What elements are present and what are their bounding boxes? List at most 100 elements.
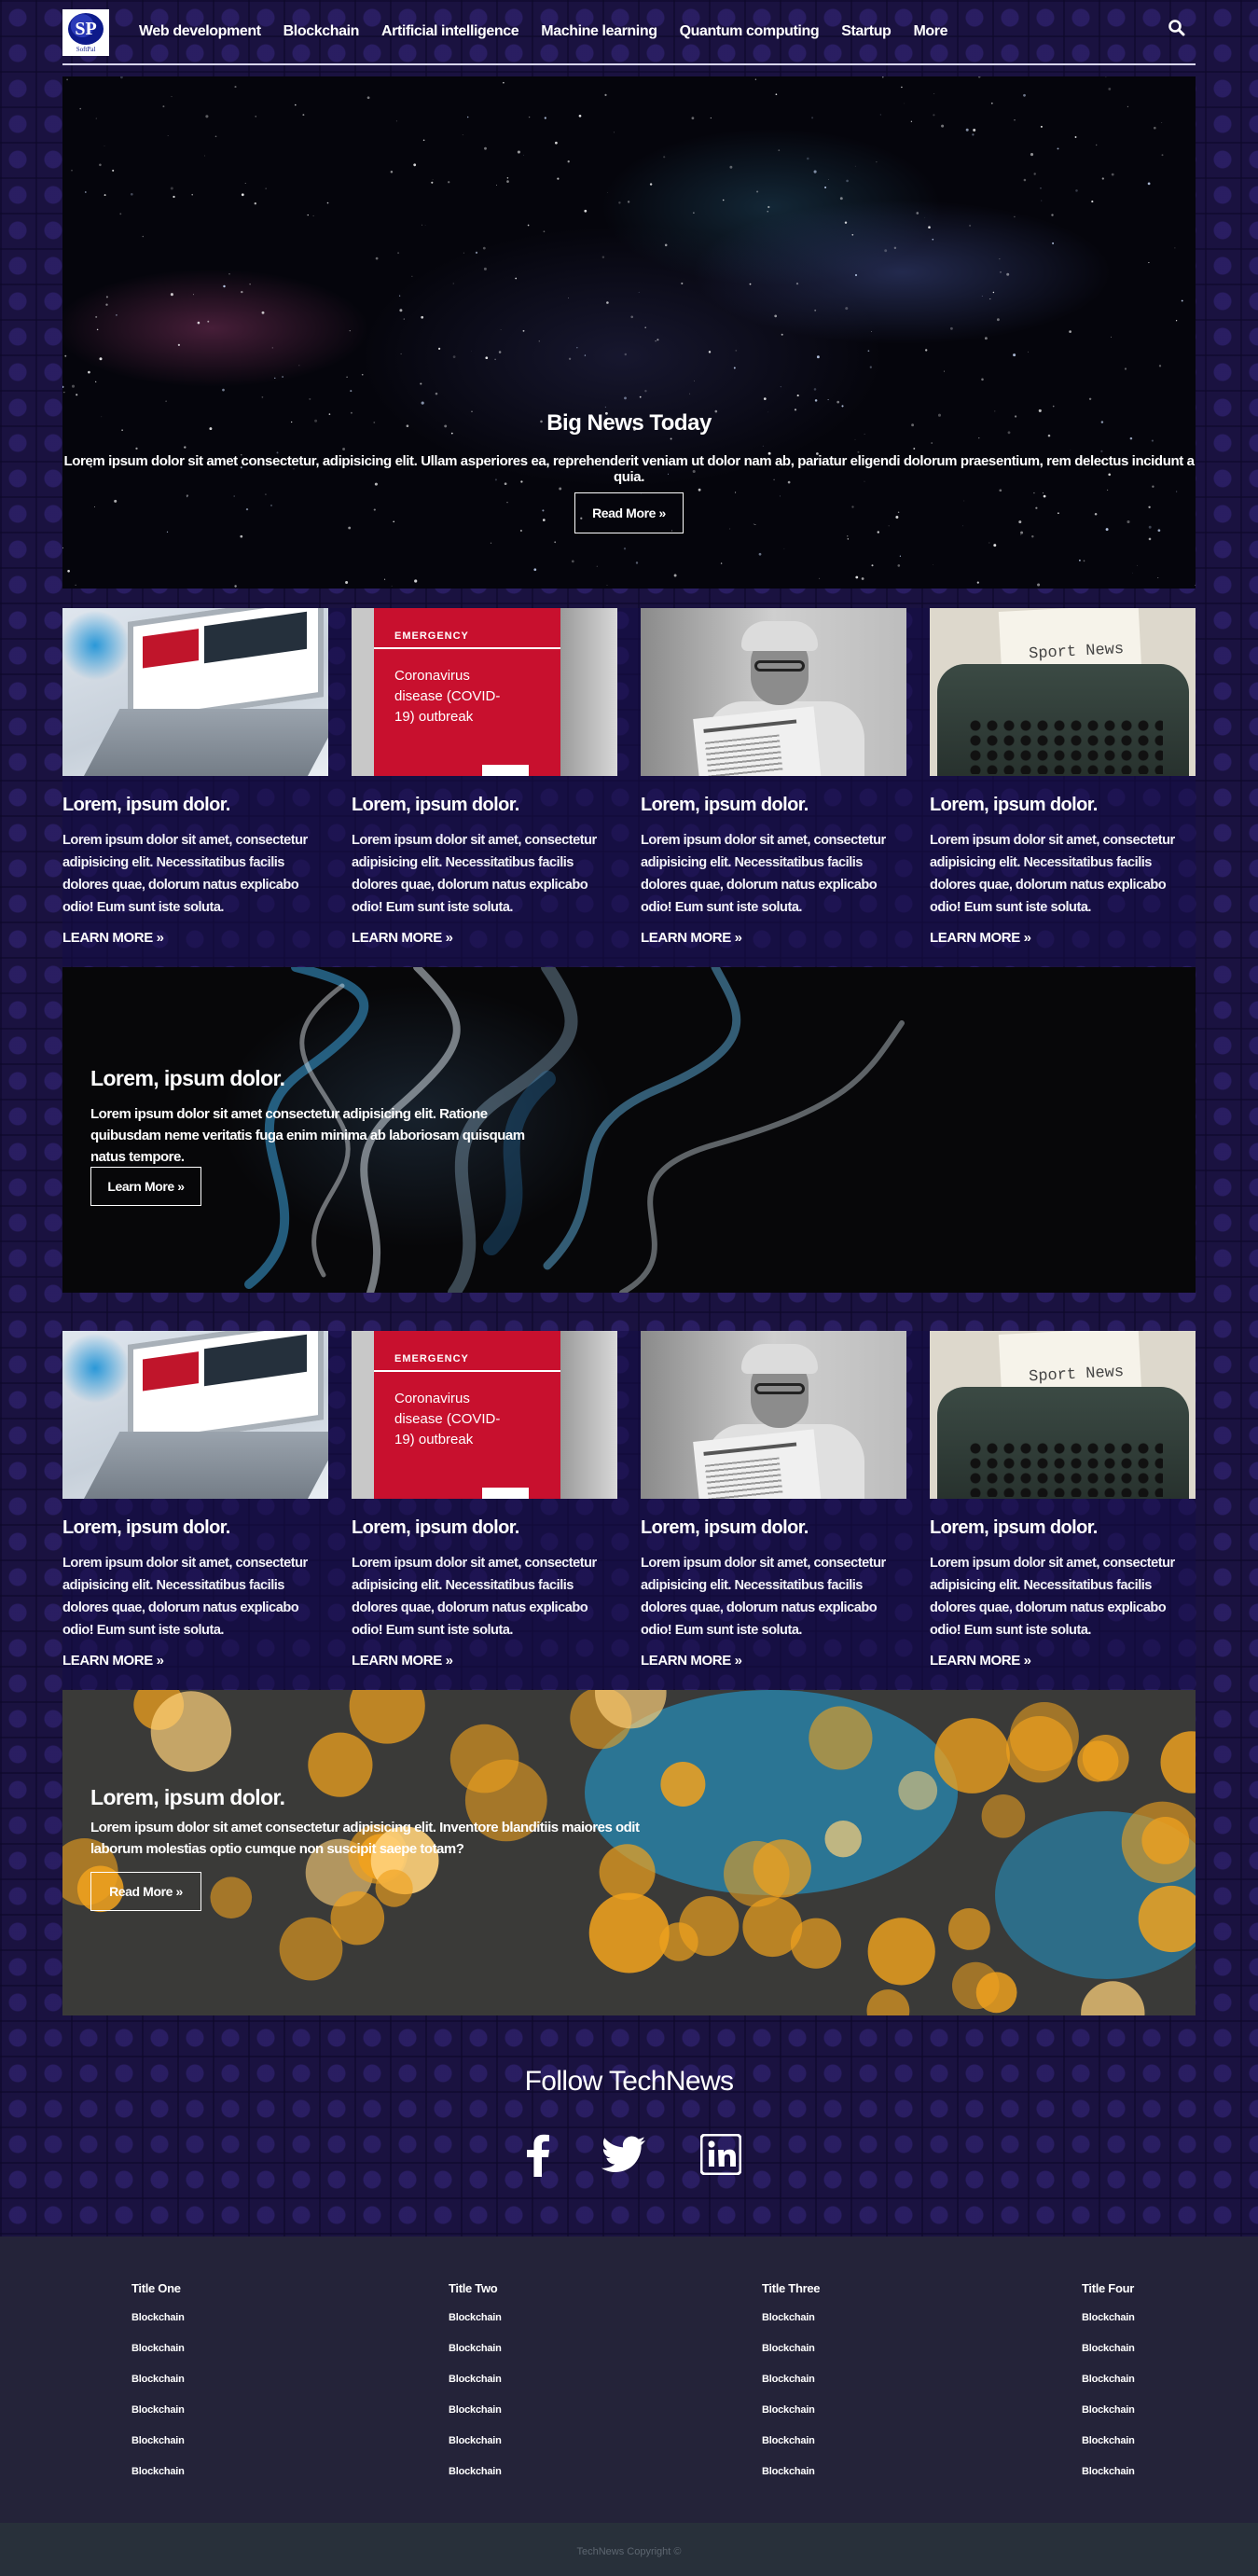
twitter-icon[interactable]: [601, 2131, 647, 2178]
learn-more-link[interactable]: LEARN MORE »: [641, 1653, 906, 1669]
footer-link[interactable]: Blockchain: [131, 2404, 185, 2435]
card-text: Lorem ipsum dolor sit amet, consectetur …: [641, 833, 886, 915]
card-text: Lorem ipsum dolor sit amet, consectetur …: [62, 833, 308, 915]
learn-more-link[interactable]: LEARN MORE »: [62, 1653, 328, 1669]
footer-link[interactable]: Blockchain: [449, 2466, 502, 2497]
covid-sign-line: disease (COVID-: [394, 688, 501, 704]
feature-banner-smoke: Lorem, ipsum dolor. Lorem ipsum dolor si…: [62, 967, 1196, 1293]
card-text: Lorem ipsum dolor sit amet, consectetur …: [641, 1556, 886, 1638]
nav-link-startup[interactable]: Startup: [841, 23, 892, 40]
feature-banner-bokeh: Lorem, ipsum dolor. Lorem ipsum dolor si…: [62, 1690, 1196, 2015]
learn-more-link[interactable]: LEARN MORE »: [641, 930, 906, 946]
covid-sign-image[interactable]: EMERGENCY Coronavirus disease (COVID- 19) …: [352, 1331, 617, 1499]
footer-link[interactable]: Blockchain: [449, 2312, 502, 2343]
footer-link[interactable]: Blockchain: [1082, 2312, 1135, 2343]
learn-more-link[interactable]: LEARN MORE »: [930, 930, 1196, 946]
laptop-image[interactable]: [62, 1331, 328, 1499]
footer-link[interactable]: Blockchain: [1082, 2466, 1135, 2497]
card-text: Lorem ipsum dolor sit amet, consectetur …: [930, 1556, 1175, 1638]
nav-link-web-development[interactable]: Web development: [139, 23, 261, 40]
nav-link-artificial-intelligence[interactable]: Artificial intelligence: [381, 23, 519, 40]
hero-title: Big News Today: [546, 410, 712, 436]
card-title: Lorem, ipsum dolor.: [62, 1517, 230, 1538]
typewriter-paper-text: Sport News: [1028, 1364, 1125, 1387]
nav-link-more[interactable]: More: [913, 23, 947, 40]
banner-title: Lorem, ipsum dolor.: [90, 1785, 285, 1809]
learn-more-link[interactable]: LEARN MORE »: [352, 930, 617, 946]
footer-link[interactable]: Blockchain: [449, 2374, 502, 2404]
logo-mark: SP: [68, 12, 104, 45]
covid-sign-line: 19) outbreak: [394, 1432, 474, 1447]
facebook-icon[interactable]: [515, 2131, 561, 2178]
typewriter-image[interactable]: Sport News: [930, 608, 1196, 776]
card-title: Lorem, ipsum dolor.: [352, 1517, 519, 1538]
top-navbar: SP SoftPal Web development Blockchain Ar…: [62, 0, 1196, 65]
footer-link[interactable]: Blockchain: [131, 2374, 185, 2404]
footer-column: Title One Blockchain Blockchain Blockcha…: [131, 2281, 185, 2497]
card-title: Lorem, ipsum dolor.: [930, 1517, 1098, 1538]
banner-text: Lorem ipsum dolor sit amet consectetur a…: [90, 1106, 525, 1165]
nav-links: Web development Blockchain Artificial in…: [139, 23, 970, 40]
hero-read-more-button[interactable]: Read More »: [574, 492, 684, 533]
footer-link[interactable]: Blockchain: [449, 2435, 502, 2466]
covid-sign-label: EMERGENCY: [394, 1353, 469, 1364]
covid-sign-line: Coronavirus: [394, 668, 470, 684]
hero-text: Lorem ipsum dolor sit amet consectetur, …: [63, 453, 1195, 485]
covid-sign-line: Coronavirus: [394, 1391, 470, 1406]
learn-more-link[interactable]: LEARN MORE »: [930, 1653, 1196, 1669]
footer-link[interactable]: Blockchain: [449, 2404, 502, 2435]
footer-link[interactable]: Blockchain: [1082, 2374, 1135, 2404]
laptop-image[interactable]: [62, 608, 328, 776]
footer-link[interactable]: Blockchain: [762, 2435, 820, 2466]
footer-column: Title Two Blockchain Blockchain Blockcha…: [449, 2281, 502, 2497]
card-title: Lorem, ipsum dolor.: [352, 795, 519, 815]
footer-column-title: Title Three: [762, 2281, 821, 2295]
footer-link[interactable]: Blockchain: [131, 2435, 185, 2466]
footer-link[interactable]: Blockchain: [762, 2466, 820, 2497]
news-card: Lorem, ipsum dolor. Lorem ipsum dolor si…: [62, 1331, 328, 1689]
typewriter-image[interactable]: Sport News: [930, 1331, 1196, 1499]
learn-more-link[interactable]: LEARN MORE »: [352, 1653, 617, 1669]
site-footer: Title One Blockchain Blockchain Blockcha…: [0, 2237, 1258, 2523]
newspaper-reader-image[interactable]: [641, 608, 906, 776]
footer-column-title: Title Two: [449, 2281, 498, 2295]
footer-link[interactable]: Blockchain: [131, 2343, 185, 2374]
footer-link[interactable]: Blockchain: [762, 2404, 820, 2435]
card-text: Lorem ipsum dolor sit amet, consectetur …: [930, 833, 1175, 915]
card-text: Lorem ipsum dolor sit amet, consectetur …: [62, 1556, 308, 1638]
linkedin-icon[interactable]: [698, 2131, 744, 2178]
news-card: Lorem, ipsum dolor. Lorem ipsum dolor si…: [641, 608, 906, 966]
covid-sign-image[interactable]: EMERGENCY Coronavirus disease (COVID- 19) …: [352, 608, 617, 776]
card-title: Lorem, ipsum dolor.: [930, 795, 1098, 815]
nav-link-quantum-computing[interactable]: Quantum computing: [680, 23, 820, 40]
covid-sign-label: EMERGENCY: [394, 630, 469, 642]
footer-link[interactable]: Blockchain: [1082, 2435, 1135, 2466]
footer-link[interactable]: Blockchain: [131, 2466, 185, 2497]
copyright-bar: TechNews Copyright ©: [0, 2523, 1258, 2576]
footer-column: Title Four Blockchain Blockchain Blockch…: [1082, 2281, 1135, 2497]
learn-more-link[interactable]: LEARN MORE »: [62, 930, 328, 946]
footer-link[interactable]: Blockchain: [449, 2343, 502, 2374]
banner-learn-more-button[interactable]: Learn More »: [90, 1167, 201, 1206]
footer-link[interactable]: Blockchain: [762, 2374, 820, 2404]
news-card: EMERGENCY Coronavirus disease (COVID- 19) …: [352, 1331, 617, 1689]
footer-link[interactable]: Blockchain: [1082, 2343, 1135, 2374]
nav-link-machine-learning[interactable]: Machine learning: [541, 23, 657, 40]
card-title: Lorem, ipsum dolor.: [641, 1517, 809, 1538]
nav-link-blockchain[interactable]: Blockchain: [283, 23, 360, 40]
news-card: Lorem, ipsum dolor. Lorem ipsum dolor si…: [641, 1331, 906, 1689]
newspaper-reader-image[interactable]: [641, 1331, 906, 1499]
footer-link[interactable]: Blockchain: [762, 2312, 820, 2343]
logo-text: SoftPal: [76, 45, 96, 53]
footer-link[interactable]: Blockchain: [1082, 2404, 1135, 2435]
search-icon[interactable]: [1168, 19, 1186, 37]
covid-sign-line: disease (COVID-: [394, 1411, 501, 1427]
card-row-1: Lorem, ipsum dolor. Lorem ipsum dolor si…: [62, 608, 1196, 966]
footer-link[interactable]: Blockchain: [131, 2312, 185, 2343]
social-links: [515, 2131, 748, 2178]
site-logo[interactable]: SP SoftPal: [62, 9, 109, 56]
footer-column: Title Three Blockchain Blockchain Blockc…: [762, 2281, 821, 2497]
banner-read-more-button[interactable]: Read More »: [90, 1872, 201, 1911]
footer-link[interactable]: Blockchain: [762, 2343, 820, 2374]
news-card: Sport News Lorem, ipsum dolor. Lorem ips…: [930, 1331, 1196, 1689]
